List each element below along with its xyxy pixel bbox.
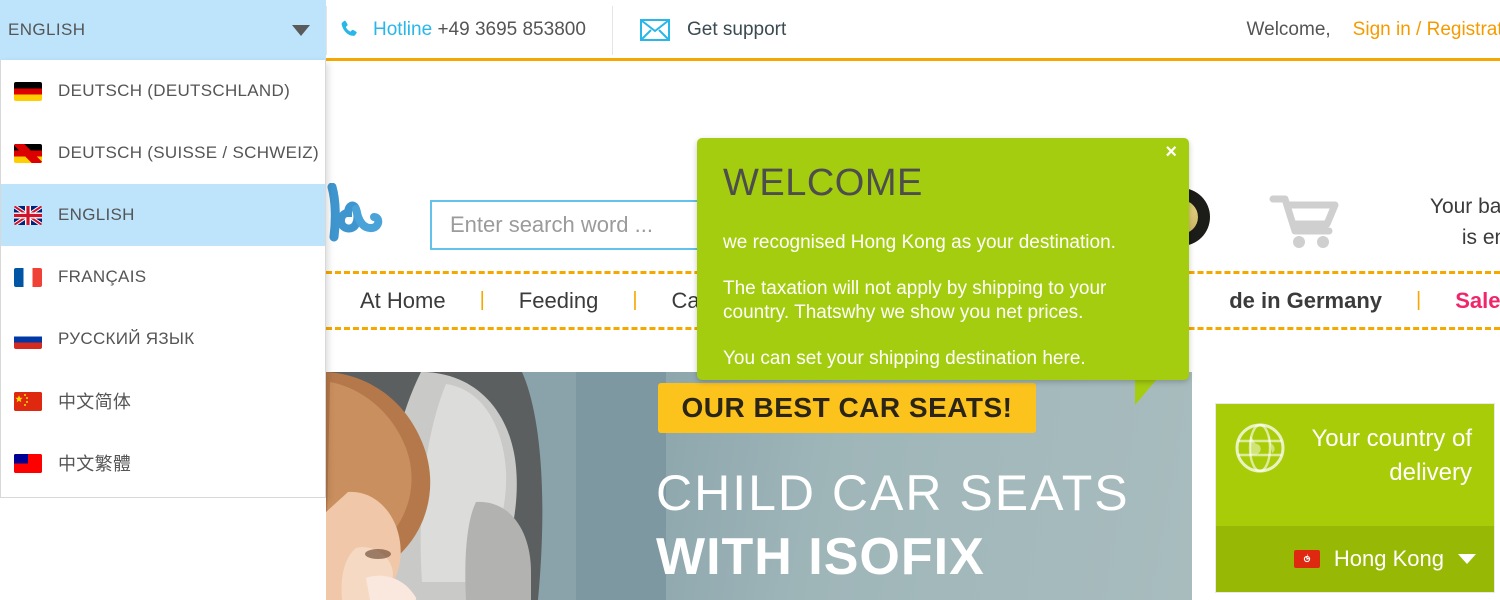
welcome-tooltip: × WELCOME we recognised Hong Kong as you… (697, 138, 1189, 380)
site-logo[interactable] (326, 183, 388, 245)
get-support-link[interactable]: Get support (640, 0, 786, 60)
tooltip-pointer (1135, 379, 1157, 405)
flag-france-icon (14, 267, 42, 287)
globe-icon (1234, 422, 1286, 474)
hero-photo-child-in-car-seat (326, 372, 666, 600)
language-option-ch[interactable]: DEUTSCH (SUISSE / SCHWEIZ) (1, 122, 325, 184)
hero-badge: OUR BEST CAR SEATS! (658, 383, 1036, 433)
language-option-fr[interactable]: FRANÇAIS (1, 246, 325, 308)
hero-headline-line1: CHILD CAR SEATS (656, 465, 1130, 521)
language-option-en[interactable]: ENGLISH (1, 184, 325, 246)
nav-item-feeding[interactable]: Feeding (485, 288, 633, 314)
tooltip-paragraph-3: You can set your shipping destination he… (723, 348, 1086, 369)
hero-headline-line2: WITH ISOFIX (656, 528, 985, 586)
country-of-delivery-box: Your country of delivery Hong Kong (1216, 404, 1494, 592)
language-selector-label: ENGLISH (8, 20, 86, 39)
chevron-down-icon (1458, 554, 1476, 564)
search-input-placeholder: Enter search word ... (450, 212, 653, 237)
language-option-label: ENGLISH (58, 205, 135, 224)
language-option-zh-tw[interactable]: 中文繁體 (1, 432, 325, 494)
hotline-label: Hotline (373, 19, 433, 40)
language-dropdown-menu: DEUTSCH (DEUTSCHLAND) DEUTSCH (SUISSE / … (0, 60, 326, 498)
language-option-label: FRANÇAIS (58, 267, 147, 286)
envelope-icon (640, 19, 670, 41)
dropdown-shadow-gap (0, 498, 326, 512)
basket-line-2: is empty (1461, 226, 1500, 249)
language-option-label: DEUTSCH (SUISSE / SCHWEIZ) (58, 143, 319, 162)
language-option-de[interactable]: DEUTSCH (DEUTSCHLAND) (1, 60, 325, 122)
language-option-label: РУССКИЙ ЯЗЫК (58, 329, 195, 348)
tooltip-paragraph-1: we recognised Hong Kong as your destinat… (723, 232, 1116, 253)
language-option-zh-cn[interactable]: 中文简体 (1, 370, 325, 432)
flag-russia-icon (14, 329, 42, 349)
tooltip-title: WELCOME (723, 162, 923, 204)
account-area: Welcome, Sign in / Registration (1247, 0, 1500, 60)
basket-status: Your basket is empty (1390, 191, 1500, 253)
divider (326, 6, 327, 55)
close-icon[interactable]: × (1165, 142, 1177, 162)
divider (612, 6, 613, 55)
selected-country-label: Hong Kong (1333, 546, 1444, 571)
shopping-cart-icon[interactable] (1265, 191, 1345, 253)
flag-china-icon (14, 391, 42, 411)
welcome-text: Welcome, (1246, 19, 1331, 40)
language-option-ru[interactable]: РУССКИЙ ЯЗЫК (1, 308, 325, 370)
hero-banner[interactable]: OUR BEST CAR SEATS! CHILD CAR SEATS WITH… (326, 372, 1192, 600)
nav-item-made-in-germany[interactable]: de in Germany (1195, 288, 1416, 314)
hotline-text: Hotline +49 3695 853800 (373, 19, 586, 41)
language-option-label: 中文简体 (58, 392, 132, 412)
basket-line-1: Your basket (1429, 195, 1500, 218)
hero-badge-label: OUR BEST CAR SEATS! (681, 392, 1013, 423)
page-root: ENGLISH Hotline +49 3695 853800 Get supp… (0, 0, 1500, 600)
chevron-down-icon (292, 24, 310, 36)
flag-germany-icon (14, 81, 42, 101)
hotline-link[interactable]: Hotline +49 3695 853800 (338, 0, 586, 60)
flag-taiwan-icon (14, 453, 42, 473)
nav-item-at-home[interactable]: At Home (326, 288, 480, 314)
country-selector[interactable]: Hong Kong (1216, 526, 1494, 592)
phone-icon (338, 19, 360, 41)
hotline-number: +49 3695 853800 (437, 19, 586, 40)
country-of-delivery-header: Your country of delivery (1216, 404, 1494, 526)
sign-in-registration-link[interactable]: Sign in / Registration (1353, 19, 1500, 41)
top-bar: ENGLISH Hotline +49 3695 853800 Get supp… (0, 0, 1500, 61)
tooltip-paragraph-2: The taxation will not apply by shipping … (723, 278, 1107, 323)
language-selector[interactable]: ENGLISH (0, 0, 326, 60)
language-option-label: DEUTSCH (DEUTSCHLAND) (58, 81, 291, 100)
nav-item-sale[interactable]: Sale % (1421, 288, 1500, 314)
language-option-label: 中文繁體 (58, 454, 132, 474)
flag-hong-kong-icon (1293, 550, 1320, 568)
get-support-label: Get support (687, 19, 787, 40)
flag-switzerland-germany-icon (14, 143, 42, 163)
flag-uk-icon (14, 205, 42, 225)
